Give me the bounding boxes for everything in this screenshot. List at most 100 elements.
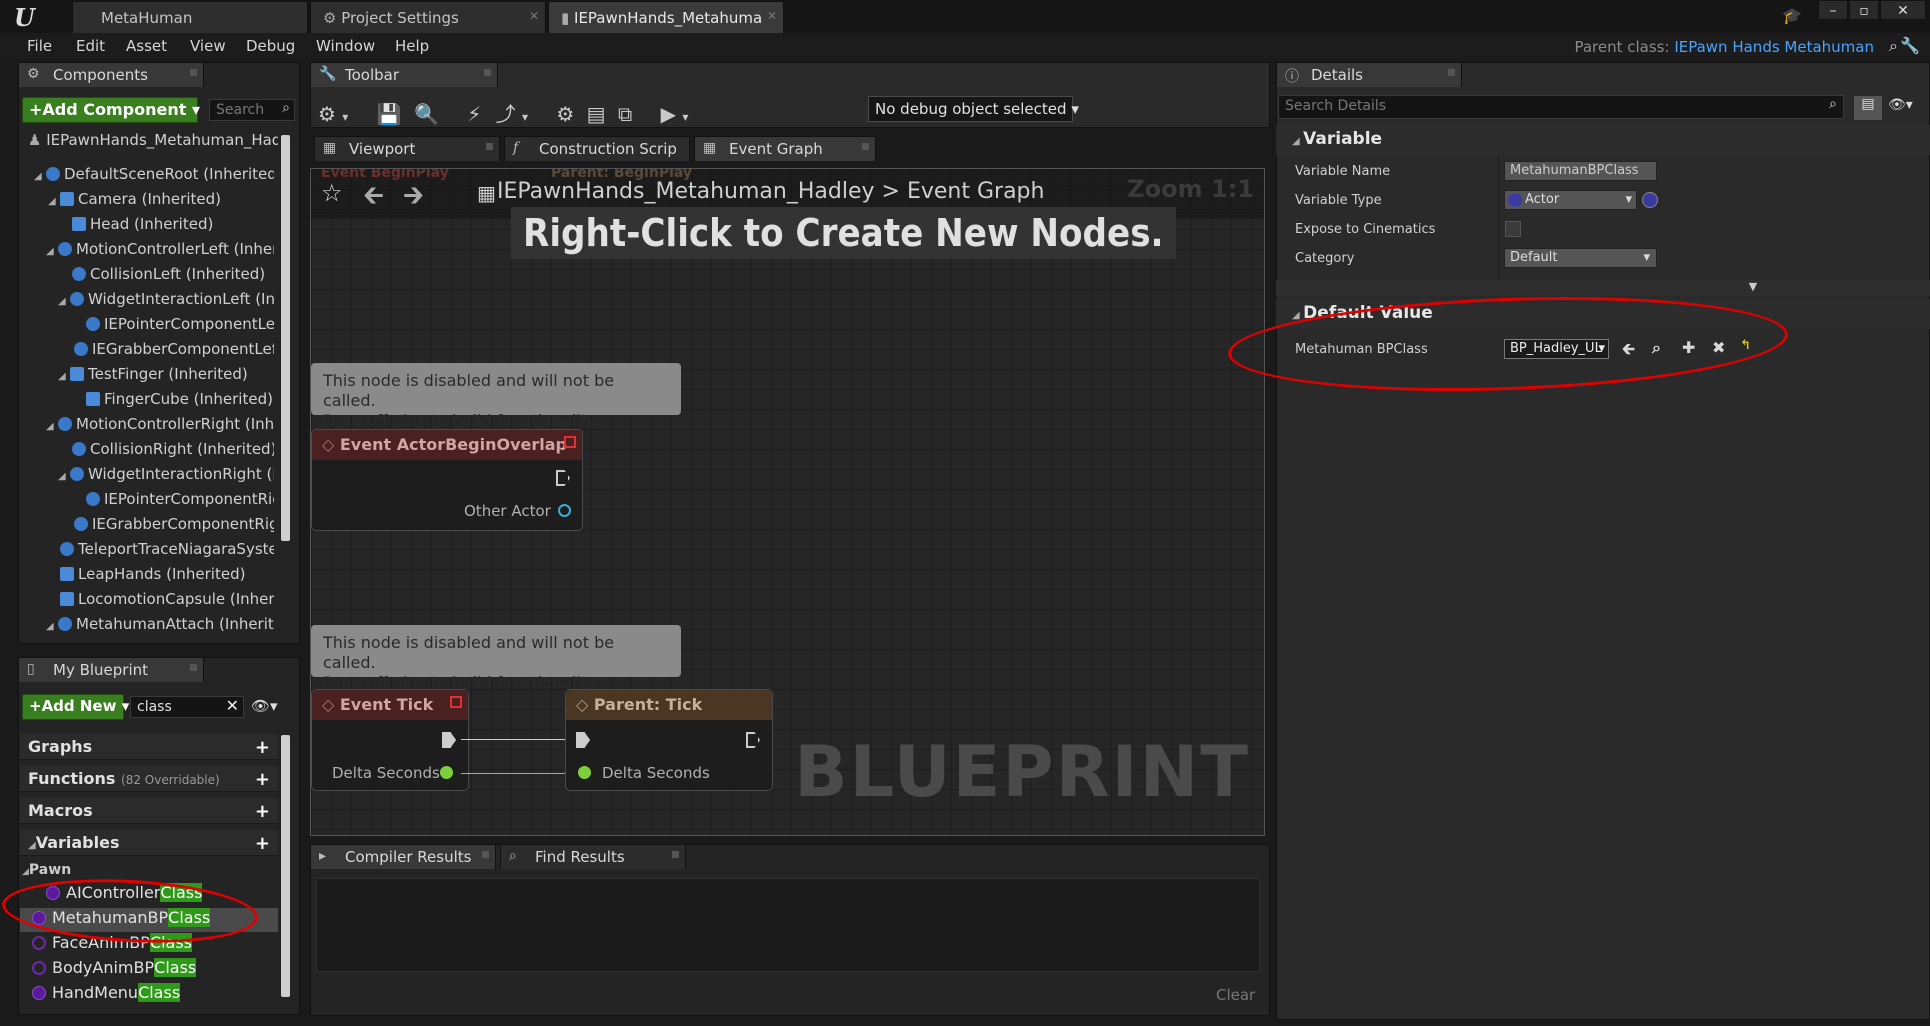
compile-icon[interactable]: ⚙ (318, 102, 336, 126)
learn-icon[interactable]: 🎓 (1782, 6, 1802, 25)
tab-iepawnhands[interactable]: ▮ IEPawnHands_Metahuma ✕ (548, 1, 784, 33)
close-icon[interactable]: ✕ (767, 9, 777, 23)
close-icon[interactable]: ✕ (529, 9, 539, 23)
parent-class-link[interactable]: IEPawn Hands Metahuman (1674, 38, 1874, 56)
delta-seconds-out-pin[interactable] (440, 766, 453, 779)
favorite-star-icon[interactable]: ☆ (321, 179, 343, 207)
compile-options-icon[interactable]: ▾ (342, 110, 348, 124)
section-variable[interactable]: ◢ Variable (1276, 125, 1930, 155)
eye-icon[interactable]: 👁▾ (1888, 97, 1913, 113)
tree-item[interactable]: CollisionLeft (Inherited) (72, 265, 274, 289)
components-search-input[interactable]: Search ⌕ (209, 99, 295, 121)
container-type-icon[interactable] (1642, 192, 1658, 208)
tree-item[interactable]: Head (Inherited) (72, 215, 274, 239)
tab-details[interactable]: ⓘ Details (1276, 62, 1462, 87)
tree-item[interactable]: IEPointerComponentLeft (86, 315, 274, 339)
menu-window[interactable]: Window (316, 37, 375, 55)
menu-asset[interactable]: Asset (126, 37, 167, 55)
tree-item[interactable]: ◢ MotionControllerLeft (Inherit (46, 240, 274, 264)
exec-out-pin[interactable] (556, 470, 570, 486)
clear-button[interactable]: Clear (1216, 986, 1255, 1004)
class-settings-icon[interactable]: ⚙ (556, 102, 574, 126)
pin-icon[interactable] (190, 69, 197, 76)
close-icon[interactable] (862, 143, 869, 150)
add-function-button[interactable]: + (255, 769, 270, 790)
details-search-input[interactable]: Search Details ⌕ (1278, 95, 1844, 119)
close-icon[interactable] (486, 143, 493, 150)
tree-item[interactable]: IEPointerComponentRigh (86, 490, 274, 514)
tab-components[interactable]: ⚙ Components (18, 62, 204, 87)
tree-item[interactable]: FingerCube (Inherited) (86, 390, 274, 414)
tab-compiler-results[interactable]: ▸ Compiler Results (310, 844, 496, 869)
diff-options-icon[interactable]: ▾ (522, 110, 528, 124)
debug-object-select[interactable]: No debug object selected ▾ (868, 96, 1079, 122)
back-arrow-icon[interactable]: 🡰 (363, 177, 384, 221)
search-icon[interactable]: ⌕ (1889, 36, 1898, 56)
tab-metahuman[interactable]: MetaHuman (72, 1, 308, 33)
eye-icon[interactable]: 👁▾ (251, 697, 278, 715)
variable-item[interactable]: BodyAnimBPClass (20, 958, 197, 982)
tree-item[interactable]: IEGrabberComponentLeft ( (74, 340, 274, 364)
variable-item[interactable]: HandMenuClass (20, 983, 181, 1007)
component-root[interactable]: ♟ IEPawnHands_Metahuman_Hadle (28, 131, 278, 155)
variable-type-select[interactable]: Actor ▾ (1504, 190, 1637, 210)
tab-toolbar[interactable]: 🔧 Toolbar (310, 62, 498, 87)
menu-help[interactable]: Help (395, 37, 429, 55)
tab-event-graph[interactable]: ▦ Event Graph (694, 136, 876, 161)
tree-item[interactable]: ◢ MetahumanAttach (Inherited (46, 615, 274, 639)
tree-item[interactable]: ◢ Camera (Inherited) (48, 190, 274, 214)
find-icon[interactable]: ⚡ (467, 102, 481, 126)
save-icon[interactable]: 💾 (377, 102, 402, 126)
node-event-actor-begin-overlap[interactable]: ◇ Event ActorBeginOverlap Other Actor (311, 429, 583, 531)
pin-icon[interactable] (1448, 69, 1455, 76)
tree-item[interactable]: ◢ MotionControllerRight (Inher (46, 415, 274, 439)
tab-my-blueprint[interactable]: ▯ My Blueprint (18, 657, 204, 682)
simulation-icon[interactable]: ⧉ (618, 102, 632, 126)
node-event-tick[interactable]: ◇ Event Tick Delta Seconds (311, 689, 469, 791)
menu-edit[interactable]: Edit (76, 37, 105, 55)
play-icon[interactable]: ▶ (661, 102, 676, 126)
tree-item[interactable]: ◢ DefaultSceneRoot (Inherited) (34, 165, 274, 189)
breadcrumb-root[interactable]: IEPawnHands_Metahuman_Hadley (497, 179, 875, 204)
add-component-button[interactable]: +Add Component ▾ (22, 97, 200, 123)
menu-file[interactable]: File (27, 37, 52, 55)
menu-debug[interactable]: Debug (246, 37, 295, 55)
menu-view[interactable]: View (190, 37, 226, 55)
browse-icon[interactable]: 🔍 (414, 102, 439, 126)
wrench-icon[interactable]: 🔧 (1900, 36, 1920, 55)
add-graph-button[interactable]: + (255, 737, 270, 758)
close-window-button[interactable]: ✕ (1880, 0, 1926, 20)
delegate-pin[interactable] (450, 696, 462, 708)
blueprint-scrollbar[interactable] (281, 735, 290, 997)
tree-item[interactable]: CollisionRight (Inherited) (72, 440, 274, 464)
add-new-button[interactable]: +Add New ▾ (22, 694, 129, 720)
section-variables[interactable]: ◢Variables + (20, 830, 278, 856)
other-actor-pin[interactable] (558, 504, 571, 517)
tree-item[interactable]: TeleportTraceNiagaraSystem (60, 540, 274, 564)
tab-construction-script[interactable]: f Construction Scrip (504, 136, 690, 161)
clear-icon[interactable]: ✕ (226, 696, 239, 715)
class-defaults-icon[interactable]: ▤ (587, 102, 606, 126)
category-pawn[interactable]: ◢Pawn (22, 862, 71, 878)
add-macro-button[interactable]: + (255, 801, 270, 822)
maximize-button[interactable]: ▫ (1849, 0, 1879, 20)
tree-item[interactable]: ◢ TestFinger (Inherited) (58, 365, 274, 389)
section-functions[interactable]: Functions (82 Overridable) + (20, 766, 278, 792)
pin-icon[interactable] (484, 69, 491, 76)
category-select[interactable]: Default ▾ (1504, 248, 1657, 268)
forward-arrow-icon[interactable]: 🡲 (403, 177, 424, 221)
delegate-pin[interactable] (564, 436, 576, 448)
delta-seconds-in-pin[interactable] (578, 766, 591, 779)
tab-project-settings[interactable]: ⚙ Project Settings ✕ (310, 1, 546, 33)
close-icon[interactable] (672, 851, 679, 858)
close-icon[interactable] (482, 851, 489, 858)
node-parent-tick[interactable]: ◇ Parent: Tick Delta Seconds (565, 689, 773, 791)
variable-name-field[interactable]: MetahumanBPClass (1504, 161, 1657, 181)
tree-item[interactable]: ◢ WidgetInteractionRight (Inl (58, 465, 274, 489)
add-variable-button[interactable]: + (255, 833, 270, 854)
tree-item[interactable]: IEGrabberComponentRight (74, 515, 274, 539)
tree-item[interactable]: ◢ WidgetInteractionLeft (Inhe (58, 290, 274, 314)
blueprint-search-input[interactable]: class ✕ (130, 696, 244, 718)
property-matrix-icon[interactable]: ▤ (1854, 96, 1882, 120)
breadcrumb-leaf[interactable]: Event Graph (907, 179, 1045, 204)
